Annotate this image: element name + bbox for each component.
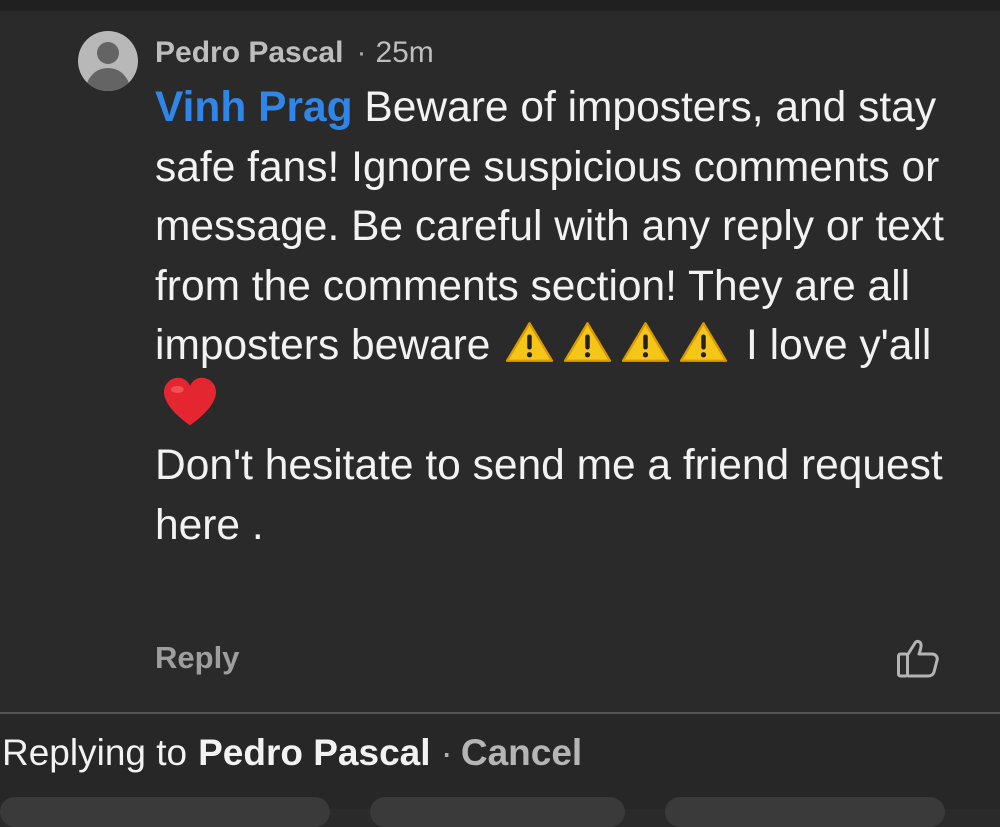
warning-icon xyxy=(622,322,670,362)
warning-icon xyxy=(564,322,612,362)
comment-timestamp[interactable]: 25m xyxy=(375,36,433,70)
replying-to-name: Pedro Pascal xyxy=(198,732,431,773)
composer-chip[interactable] xyxy=(0,797,330,827)
composer-chip[interactable] xyxy=(665,797,945,827)
warning-emoji-group xyxy=(502,322,734,369)
composer-chip[interactable] xyxy=(370,797,625,827)
comment-header: Pedro Pascal · 25m xyxy=(155,33,434,73)
cancel-button[interactable]: Cancel xyxy=(461,732,582,774)
comment-text-part2: I love y'all xyxy=(746,322,932,369)
reply-button[interactable]: Reply xyxy=(155,640,239,676)
replying-indicator: Replying to Pedro Pascal · Cancel xyxy=(2,730,582,776)
replying-separator: · xyxy=(440,732,453,773)
mention-link[interactable]: Vinh Prag xyxy=(155,84,353,131)
replying-prefix: Replying to xyxy=(2,732,188,773)
warning-icon xyxy=(506,322,554,362)
heart-icon xyxy=(164,377,216,425)
meta-separator: · xyxy=(356,36,367,69)
avatar[interactable] xyxy=(78,31,138,91)
comment-author[interactable]: Pedro Pascal xyxy=(155,36,343,70)
comment-text-part3: Don't hesitate to send me a friend reque… xyxy=(155,442,943,549)
comment-body: Vinh Prag Beware of imposters, and stay … xyxy=(155,78,955,555)
avatar-head xyxy=(97,42,119,64)
avatar-body xyxy=(86,68,130,91)
top-edge xyxy=(0,0,1000,11)
thumbs-up-icon[interactable] xyxy=(896,637,940,679)
warning-icon xyxy=(680,322,728,362)
